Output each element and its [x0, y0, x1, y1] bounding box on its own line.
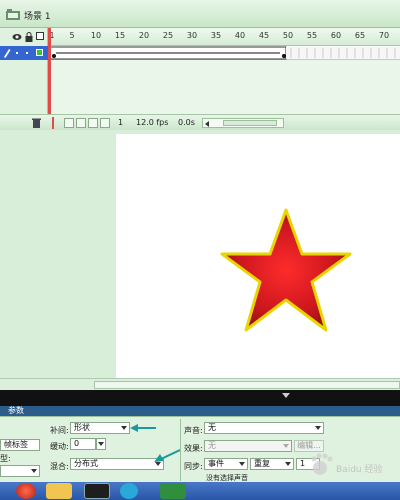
center-frame-button[interactable]: [64, 118, 74, 128]
ruler-label: 1: [49, 31, 55, 40]
tween-span[interactable]: [48, 46, 400, 60]
scene-label[interactable]: 场景 1: [24, 9, 51, 22]
onion-outline-button[interactable]: [88, 118, 98, 128]
chevron-down-icon: [239, 462, 245, 466]
ruler-label: 25: [162, 31, 174, 40]
scroll-left-icon[interactable]: [205, 121, 209, 127]
sound-label: 声音:: [184, 426, 203, 435]
blend-value: 分布式: [74, 459, 98, 468]
ruler-label: 30: [186, 31, 198, 40]
annotation-arrow-icon: [154, 449, 180, 462]
lock-icon[interactable]: [25, 32, 33, 42]
folder-icon[interactable]: [46, 483, 72, 499]
watermark-logo: Baidu 经验: [306, 448, 400, 482]
effect-value: 无: [208, 441, 216, 450]
visibility-dot[interactable]: [16, 52, 18, 54]
onion-skin-button[interactable]: [76, 118, 86, 128]
stage-scroll-thumb[interactable]: [94, 381, 400, 389]
frame-ruler[interactable]: 1 5 10 15 20 25 30 35 40 45 50 55 60 65 …: [48, 28, 400, 46]
frame-label-field[interactable]: 帧标签: [0, 439, 40, 451]
tween-label: 补间:: [50, 426, 69, 435]
repeat-count: 1: [300, 459, 306, 468]
excel-icon[interactable]: [160, 483, 186, 499]
ruler-label: 55: [306, 31, 318, 40]
ruler-label: 70: [378, 31, 390, 40]
ruler-label: 20: [138, 31, 150, 40]
app-red-icon[interactable]: [16, 483, 36, 499]
sync-value: 事件: [208, 459, 224, 468]
frame-label-placeholder: 帧标签: [4, 440, 28, 449]
ease-slider-button[interactable]: [96, 438, 106, 450]
repeat-value: 重复: [254, 459, 270, 468]
scene-bar: 场景 1: [0, 0, 400, 28]
playhead[interactable]: [48, 28, 51, 114]
timeline-panel: 1 5 10 15 20 25 30 35 40 45 50 55 60 65 …: [0, 28, 400, 130]
chevron-down-icon: [315, 426, 321, 430]
ruler-label: 60: [330, 31, 342, 40]
ruler-label: 5: [69, 31, 75, 40]
label-type-label: 型:: [0, 454, 11, 463]
ruler-label: 35: [210, 31, 222, 40]
chevron-down-icon: [285, 462, 291, 466]
collapse-arrow-icon[interactable]: [282, 393, 290, 398]
sync-label: 同步:: [184, 462, 203, 471]
ease-label: 缓动:: [50, 442, 69, 451]
label-type-dropdown[interactable]: [0, 465, 40, 477]
blend-dropdown[interactable]: 分布式: [70, 458, 164, 470]
effect-label: 效果:: [184, 444, 203, 453]
column-divider: [180, 419, 181, 481]
edit-multiple-frames-button[interactable]: [100, 118, 110, 128]
sound-value: 无: [208, 423, 216, 432]
layer-row-selected[interactable]: [0, 46, 48, 60]
chevron-down-icon: [283, 444, 289, 448]
chevron-down-icon: [121, 426, 127, 430]
scene-icon: [6, 9, 20, 20]
ease-value: 0: [74, 439, 80, 448]
tween-value: 形状: [74, 423, 90, 432]
flash-app-icon[interactable]: [84, 483, 110, 499]
playhead-marker-icon[interactable]: [52, 117, 54, 129]
ruler-label: 45: [258, 31, 270, 40]
stage-pasteboard: [0, 130, 400, 378]
stage-canvas[interactable]: [116, 134, 400, 378]
os-taskbar: [0, 482, 400, 500]
chevron-down-icon: [31, 469, 37, 473]
repeat-dropdown[interactable]: 重复: [250, 458, 294, 470]
timeline-hscrollbar[interactable]: [202, 118, 284, 128]
ease-input[interactable]: 0: [70, 438, 96, 450]
ruler-label: 10: [90, 31, 102, 40]
eye-icon[interactable]: [12, 32, 22, 42]
ruler-label: 15: [114, 31, 126, 40]
effect-dropdown[interactable]: 无: [204, 440, 292, 452]
layer-color-box[interactable]: [36, 49, 43, 56]
tween-dropdown[interactable]: 形状: [70, 422, 130, 434]
sound-dropdown[interactable]: 无: [204, 422, 324, 434]
current-frame: 1: [118, 118, 124, 127]
panel-divider[interactable]: [0, 390, 400, 406]
stage-hscrollbar[interactable]: [0, 378, 400, 390]
ruler-label: 40: [234, 31, 246, 40]
layer-frames[interactable]: [48, 46, 400, 60]
properties-tabs: 参数: [0, 406, 400, 416]
annotation-arrow-icon: [130, 424, 156, 432]
pencil-icon: [4, 49, 11, 58]
empty-frames-area[interactable]: [48, 60, 400, 114]
chevron-down-icon: [98, 442, 104, 446]
frame-rate[interactable]: 12.0 fps: [136, 118, 168, 127]
lock-dot[interactable]: [26, 52, 28, 54]
watermark-text: Baidu 经验: [336, 465, 383, 475]
timeline-status-bar: 1 12.0 fps 0.0s: [0, 114, 400, 130]
trash-icon[interactable]: [32, 118, 41, 128]
star-shape[interactable]: [220, 208, 352, 332]
blend-label: 混合:: [50, 462, 69, 471]
sync-dropdown[interactable]: 事件: [204, 458, 248, 470]
elapsed-time: 0.0s: [178, 118, 195, 127]
ruler-label: 50: [282, 31, 294, 40]
ruler-label: 65: [354, 31, 366, 40]
browser-icon[interactable]: [120, 483, 138, 499]
scroll-thumb[interactable]: [223, 120, 277, 126]
tab-params[interactable]: 参数: [8, 406, 24, 416]
